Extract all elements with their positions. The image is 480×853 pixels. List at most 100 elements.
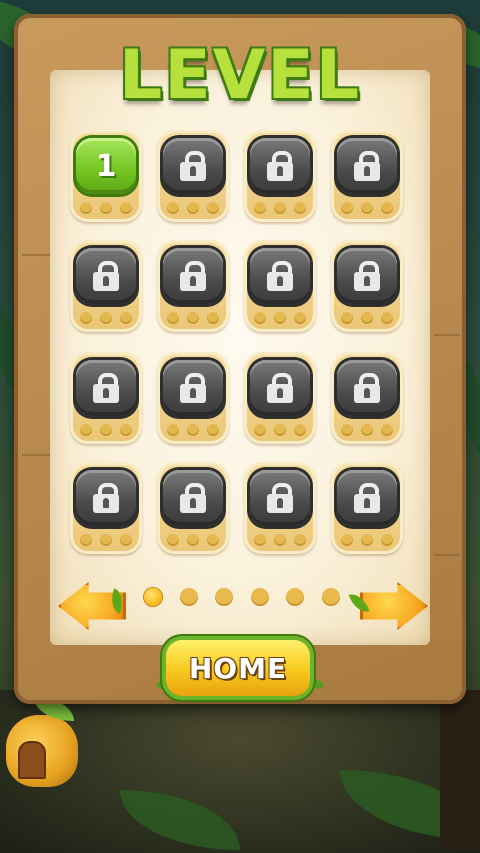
locked-level-button[interactable] (250, 360, 310, 416)
star-slot (274, 312, 286, 324)
star-slot (187, 312, 199, 324)
level-tile (70, 240, 142, 332)
lock-icon (180, 483, 206, 513)
locked-level-button[interactable] (250, 470, 310, 526)
star-slot (100, 312, 112, 324)
star-rating (254, 312, 306, 324)
star-slot (361, 202, 373, 214)
star-slot (120, 424, 132, 436)
star-slot (120, 312, 132, 324)
level-tile (244, 462, 316, 554)
lock-icon (93, 483, 119, 513)
page-dot[interactable] (215, 588, 233, 606)
locked-level-button[interactable] (163, 470, 223, 526)
star-slot (274, 202, 286, 214)
locked-level-button[interactable] (163, 248, 223, 304)
arrow-right-icon (360, 582, 428, 630)
level-tile (244, 352, 316, 444)
lock-icon (354, 373, 380, 403)
star-slot (100, 202, 112, 214)
page-dot[interactable] (321, 588, 340, 606)
star-slot (187, 202, 199, 214)
star-slot (294, 424, 306, 436)
next-page-button[interactable] (348, 580, 428, 630)
star-slot (274, 534, 286, 546)
lock-icon (180, 373, 206, 403)
lock-icon (267, 261, 293, 291)
page-dot[interactable] (286, 588, 304, 606)
level-tile (331, 462, 403, 554)
level-tile (157, 130, 229, 222)
star-rating (341, 534, 393, 546)
star-slot (167, 424, 179, 436)
level-tile (244, 240, 316, 332)
star-slot (381, 312, 393, 324)
star-slot (254, 424, 266, 436)
lock-icon (267, 373, 293, 403)
star-slot (80, 202, 92, 214)
level-tile (331, 240, 403, 332)
star-slot (294, 534, 306, 546)
star-slot (207, 424, 219, 436)
level-tile (70, 352, 142, 444)
star-slot (100, 424, 112, 436)
star-rating (80, 312, 132, 324)
wood-crack (22, 454, 52, 456)
level-tile (70, 462, 142, 554)
house-door (18, 741, 46, 779)
star-rating (80, 534, 132, 546)
locked-level-button[interactable] (76, 360, 136, 416)
star-rating (80, 202, 132, 214)
locked-level-button[interactable] (163, 360, 223, 416)
locked-level-button[interactable] (76, 248, 136, 304)
page-dot[interactable] (179, 588, 198, 606)
star-rating (80, 424, 132, 436)
locked-level-button[interactable] (337, 470, 397, 526)
star-rating (167, 312, 219, 324)
lock-icon (354, 261, 380, 291)
lock-icon (180, 261, 206, 291)
star-rating (167, 202, 219, 214)
level-tile (157, 352, 229, 444)
level-tile (331, 130, 403, 222)
level-button[interactable]: 1 (76, 138, 136, 194)
locked-level-button[interactable] (337, 360, 397, 416)
star-slot (254, 312, 266, 324)
page-dot[interactable] (250, 588, 269, 606)
star-slot (167, 202, 179, 214)
screen-title: LEVEL (118, 36, 362, 115)
star-slot (381, 424, 393, 436)
star-slot (167, 312, 179, 324)
page-dot[interactable] (144, 588, 162, 606)
prev-page-button[interactable] (52, 580, 128, 630)
lock-icon (267, 483, 293, 513)
star-slot (80, 312, 92, 324)
locked-level-button[interactable] (250, 138, 310, 194)
star-slot (100, 534, 112, 546)
locked-level-button[interactable] (250, 248, 310, 304)
level-tile (331, 352, 403, 444)
star-slot (187, 424, 199, 436)
star-rating (254, 202, 306, 214)
mango-house (6, 697, 78, 787)
star-slot (341, 312, 353, 324)
home-button[interactable]: HOME (166, 640, 310, 696)
locked-level-button[interactable] (76, 470, 136, 526)
locked-level-button[interactable] (337, 248, 397, 304)
star-slot (254, 202, 266, 214)
locked-level-button[interactable] (337, 138, 397, 194)
star-slot (120, 202, 132, 214)
star-slot (341, 534, 353, 546)
star-slot (80, 534, 92, 546)
star-slot (167, 534, 179, 546)
star-rating (341, 424, 393, 436)
star-slot (274, 424, 286, 436)
star-slot (207, 202, 219, 214)
level-tile (157, 240, 229, 332)
star-rating (167, 534, 219, 546)
locked-level-button[interactable] (163, 138, 223, 194)
lock-icon (93, 373, 119, 403)
star-slot (294, 202, 306, 214)
star-rating (254, 424, 306, 436)
lock-icon (180, 151, 206, 181)
